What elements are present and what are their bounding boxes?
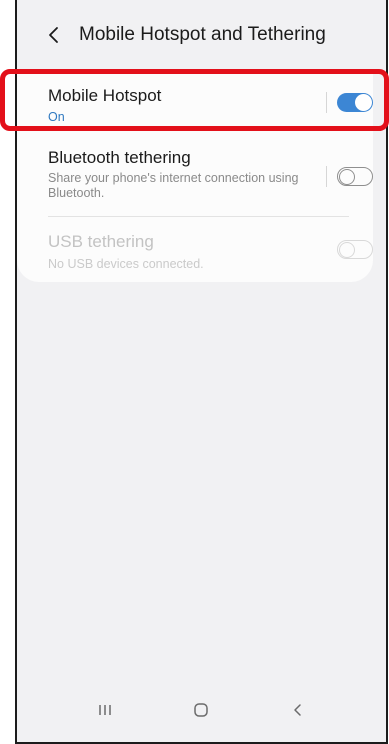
usb-tethering-toggle [337,240,373,259]
toggle-knob [339,241,355,258]
recents-icon [99,705,111,715]
bluetooth-tethering-toggle[interactable] [337,167,373,186]
navigation-bar [17,678,386,742]
row-separator [326,92,327,113]
toggle-knob [355,94,372,111]
usb-tethering-title: USB tethering [48,232,154,251]
back-button[interactable] [39,20,69,50]
home-button[interactable] [184,693,218,727]
mobile-hotspot-title: Mobile Hotspot [48,86,162,105]
app-header: Mobile Hotspot and Tethering [17,0,386,70]
mobile-hotspot-toggle[interactable] [337,93,373,112]
page-title: Mobile Hotspot and Tethering [79,24,326,45]
chevron-left-icon [49,27,58,43]
row-separator [326,166,327,187]
nav-back-button[interactable] [281,693,315,727]
toggle-knob [339,168,355,185]
bluetooth-tethering-row[interactable]: Bluetooth tethering Share your phone's i… [17,134,373,216]
usb-tethering-subtitle: No USB devices connected. [48,257,204,271]
back-icon [294,704,301,716]
mobile-hotspot-status: On [48,110,65,124]
mobile-hotspot-row[interactable]: Mobile Hotspot On [17,70,373,134]
recents-button[interactable] [88,693,122,727]
usb-tethering-row: USB tethering No USB devices connected. [17,217,373,279]
bluetooth-tethering-subtitle: Share your phone's internet connection u… [48,171,299,200]
home-icon [194,703,209,717]
settings-card: Mobile Hotspot On Bluetooth tethering Sh… [17,70,373,282]
bluetooth-tethering-title: Bluetooth tethering [48,148,191,167]
phone-screen: Mobile Hotspot and Tethering Mobile Hots… [15,0,388,744]
